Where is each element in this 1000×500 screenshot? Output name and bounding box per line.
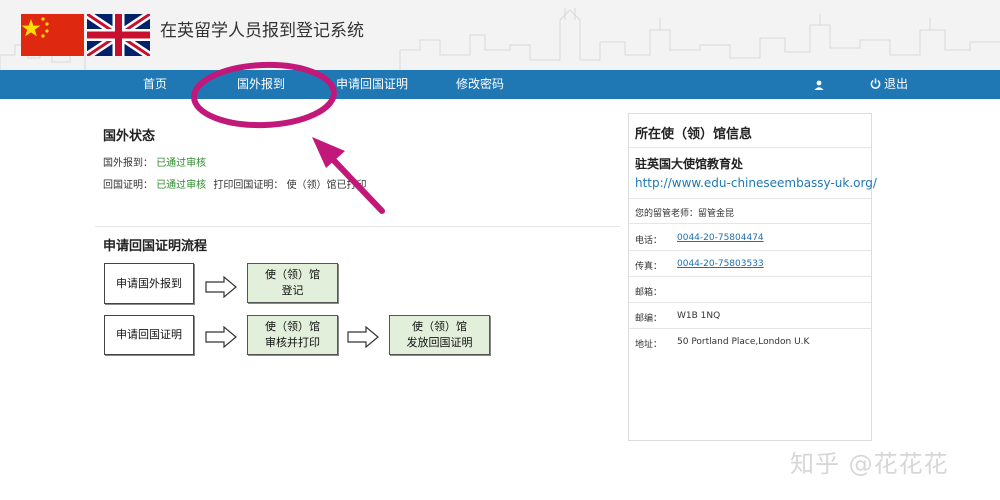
phone-link[interactable]: 0044-20-75804474 — [677, 233, 764, 243]
email-label: 邮箱： — [635, 288, 663, 298]
abroad-status-row: 国外报到： 已通过审核 — [103, 154, 206, 169]
abroad-status-value: 已通过审核 — [156, 158, 207, 169]
logout-button[interactable]: 退出 — [870, 70, 908, 99]
address-value: 50 Portland Place,London U.K — [677, 337, 810, 347]
panel-divider — [629, 250, 871, 251]
annotation-arrow-head — [312, 137, 345, 168]
panel-divider — [629, 223, 871, 224]
city-skyline-background — [0, 8, 1000, 70]
advisor-row: 您的留管老师：留管金昆 — [635, 206, 734, 219]
print-status-value: 使（领）馆已打印 — [286, 180, 367, 191]
embassy-org-name: 驻英国大使馆教育处 — [635, 157, 744, 171]
flow-step-label: 使（领）馆发放回国证明 — [407, 319, 473, 351]
nav-bar: 首页 国外报到 申请回国证明 修改密码 退出 — [0, 70, 1000, 99]
embassy-website-link[interactable]: http://www.edu-chineseembassy-uk.org/ — [635, 176, 877, 190]
advisor-label: 您的留管老师： — [635, 209, 699, 219]
china-flag — [21, 14, 84, 56]
certificate-status-row: 回国证明： 已通过审核 打印回国证明： 使（领）馆已打印 — [103, 176, 367, 191]
flow-arrow-icon — [205, 326, 237, 348]
flow-step-line: 登记 — [281, 284, 304, 297]
flow-step-embassy-register: 使（领）馆登记 — [247, 263, 338, 303]
logout-label: 退出 — [884, 77, 909, 91]
abroad-status-label: 国外报到： — [103, 158, 153, 169]
embassy-panel-title: 所在使（领）馆信息 — [635, 127, 753, 142]
advisor-value: 留管金昆 — [698, 209, 735, 219]
address-label: 地址： — [635, 340, 663, 350]
power-icon — [870, 78, 881, 89]
flow-step-label: 使（领）馆审核并打印 — [265, 319, 320, 351]
panel-divider — [629, 302, 871, 303]
status-title: 国外状态 — [103, 129, 156, 144]
site-title: 在英留学人员报到登记系统 — [160, 21, 364, 41]
flow-title: 申请回国证明流程 — [103, 239, 208, 254]
header: 在英留学人员报到登记系统 — [0, 0, 1000, 70]
embassy-info-panel: 所在使（领）馆信息 驻英国大使馆教育处 http://www.edu-chine… — [628, 113, 877, 441]
watermark: 知乎 @花花花 — [790, 450, 949, 478]
nav-home[interactable]: 首页 — [143, 70, 167, 99]
uk-flag — [87, 14, 150, 56]
fax-label: 传真： — [635, 262, 663, 272]
certificate-status-label: 回国证明： — [103, 180, 153, 191]
nav-user-menu[interactable] — [814, 70, 824, 99]
panel-divider — [629, 328, 871, 329]
flow-step-line: 使（领）馆 — [265, 268, 320, 281]
panel-divider — [629, 276, 871, 277]
nav-change-password[interactable]: 修改密码 — [456, 70, 504, 99]
flow-step-line: 使（领）馆 — [265, 320, 320, 333]
flow-step-embassy-issue-certificate: 使（领）馆发放回国证明 — [389, 315, 490, 355]
panel-divider — [629, 147, 871, 148]
print-status-label: 打印回国证明： — [213, 180, 284, 191]
flow-step-label: 申请国外报到 — [116, 276, 182, 290]
certificate-status-value: 已通过审核 — [156, 180, 207, 191]
postcode-label: 邮编： — [635, 314, 663, 324]
phone-label: 电话： — [635, 236, 663, 246]
nav-abroad-report[interactable]: 国外报到 — [237, 70, 285, 99]
flow-arrow-icon — [205, 276, 237, 298]
flow-step-label: 申请回国证明 — [116, 328, 182, 341]
nav-apply-return-certificate[interactable]: 申请回国证明 — [336, 70, 408, 99]
flow-step-line: 发放回国证明 — [406, 336, 473, 349]
section-divider — [95, 226, 620, 227]
flow-step-apply-abroad-report: 申请国外报到 — [104, 263, 194, 304]
flow-step-embassy-review-print: 使（领）馆审核并打印 — [247, 315, 338, 355]
postcode-value: W1B 1NQ — [677, 311, 721, 321]
flow-step-line: 使（领）馆 — [412, 320, 467, 333]
user-icon — [814, 80, 824, 90]
fax-link[interactable]: 0044-20-75803533 — [677, 259, 764, 269]
flow-arrow-icon — [347, 326, 379, 348]
flow-step-line: 审核并打印 — [265, 336, 320, 349]
flow-step-apply-return-certificate: 申请回国证明 — [104, 315, 194, 355]
panel-divider — [629, 198, 871, 199]
flow-step-label: 使（领）馆登记 — [265, 267, 320, 299]
